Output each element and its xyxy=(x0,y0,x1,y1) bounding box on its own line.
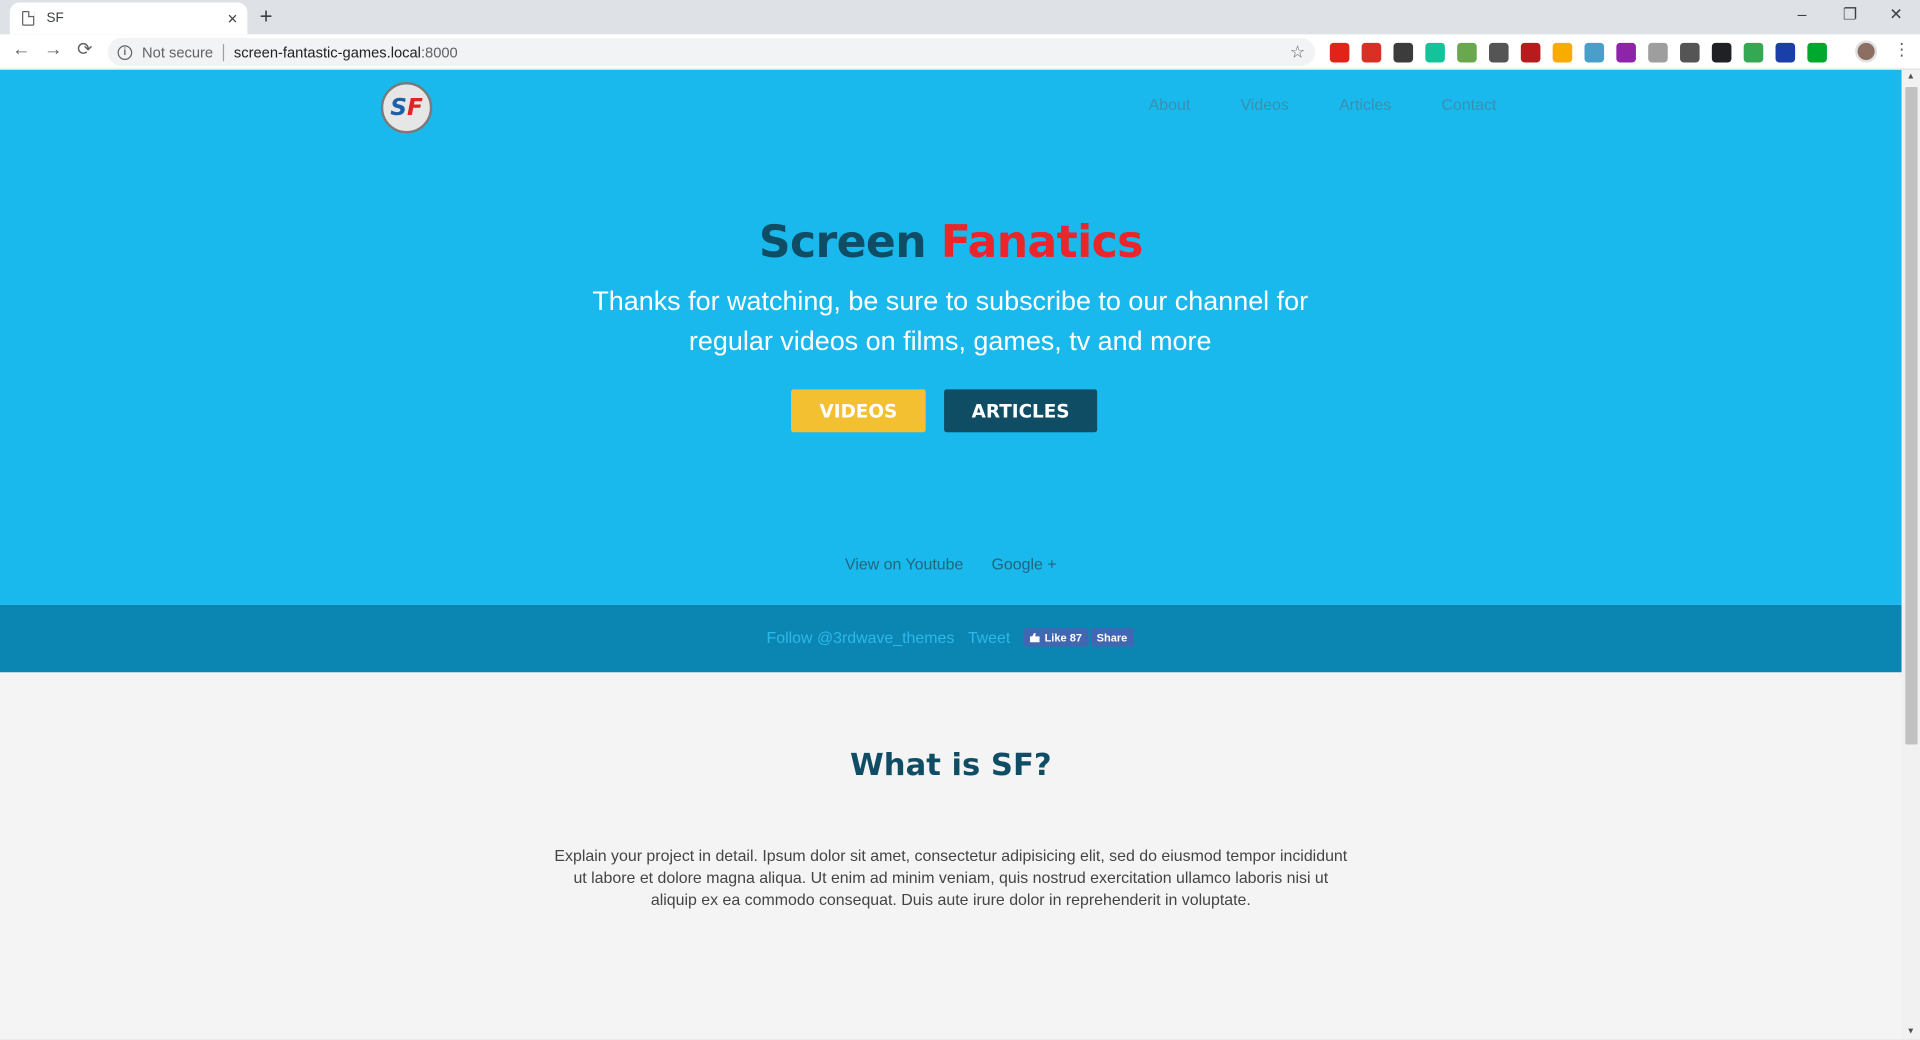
url-host: screen-fantastic-games.local xyxy=(233,43,421,61)
address-separator xyxy=(222,43,225,61)
tweet-link[interactable]: Tweet xyxy=(968,628,1010,646)
logo-letter-f: F xyxy=(406,94,423,122)
grammarly-ext-icon[interactable] xyxy=(1425,42,1445,63)
restore-button[interactable]: ❐ xyxy=(1843,5,1857,25)
nav-about[interactable]: About xyxy=(1149,96,1191,114)
hash-ext-icon[interactable] xyxy=(1775,42,1796,63)
scroll-down-arrow-icon[interactable]: ▼ xyxy=(1907,1027,1915,1036)
about-title: What is SF? xyxy=(850,746,1052,783)
browser-toolbar: ← → ⟳ i Not secure screen-fantastic-game… xyxy=(0,34,1920,70)
info-ext-icon[interactable] xyxy=(1680,42,1700,63)
red-square-ext-icon[interactable] xyxy=(1361,42,1382,63)
tab-sf[interactable]: SF × xyxy=(9,2,248,35)
url-text[interactable]: screen-fantastic-games.local:8000 xyxy=(234,43,458,60)
videos-button[interactable]: VIDEOS xyxy=(791,389,926,433)
hero-title-fanatics: Fanatics xyxy=(940,217,1144,269)
scrollbar-thumb[interactable] xyxy=(1905,86,1918,745)
minimize-button[interactable]: – xyxy=(1798,5,1807,23)
url-port: :8000 xyxy=(420,43,458,61)
site-nav: About Videos Articles Contact xyxy=(1149,96,1497,114)
page-scrollbar[interactable]: ▲ ▼ xyxy=(1901,69,1920,1040)
grey-ext-icon[interactable] xyxy=(1648,42,1668,63)
document-icon xyxy=(22,11,35,26)
address-bar[interactable]: i Not secure screen-fantastic-games.loca… xyxy=(107,37,1316,67)
profile-avatar[interactable] xyxy=(1855,40,1878,63)
info-icon[interactable]: i xyxy=(117,44,133,60)
rainbow-ext-icon[interactable] xyxy=(1743,42,1764,63)
hero-links: View on Youtube Google + xyxy=(0,555,1902,573)
cursor-ext-icon[interactable] xyxy=(1488,42,1509,63)
facebook-like-label: Like 87 xyxy=(1044,631,1082,644)
forward-button[interactable]: → xyxy=(44,40,62,58)
about-text: Explain your project in detail. Ipsum do… xyxy=(554,846,1348,909)
logo-letter-s: S xyxy=(390,94,407,122)
evernote-ext-icon[interactable] xyxy=(1807,42,1827,63)
tab-strip: SF × + – ❐ ✕ xyxy=(0,0,1920,35)
hero-title: Screen Fanatics xyxy=(0,218,1902,268)
new-tab-button[interactable]: + xyxy=(260,5,273,27)
scroll-up-arrow-icon[interactable]: ▲ xyxy=(1907,72,1915,81)
extensions-bar xyxy=(1329,42,1827,63)
browser-menu-icon[interactable]: ⋮ xyxy=(1893,40,1910,57)
twitter-follow-link[interactable]: Follow @3rdwave_themes xyxy=(767,628,955,646)
mail-ext-icon[interactable] xyxy=(1457,42,1477,63)
security-label: Not secure xyxy=(142,43,214,61)
tab-close-icon[interactable]: × xyxy=(228,10,238,27)
close-window-button[interactable]: ✕ xyxy=(1889,5,1902,25)
thumbs-up-icon xyxy=(1029,632,1040,643)
social-bar: Follow @3rdwave_themes Tweet Like 87 Sha… xyxy=(0,604,1902,673)
hero-subtitle: Thanks for watching, be sure to subscrib… xyxy=(592,285,1309,357)
nav-articles[interactable]: Articles xyxy=(1339,96,1391,114)
facebook-like-button[interactable]: Like 87 xyxy=(1023,628,1089,647)
facebook-widgets: Like 87 Share xyxy=(1023,628,1134,647)
youtube-link[interactable]: View on Youtube xyxy=(845,555,963,573)
opera-ext-icon[interactable] xyxy=(1329,42,1350,63)
social-buttons: Follow @3rdwave_themes Tweet Like 87 Sha… xyxy=(767,628,1134,647)
reload-button[interactable]: ⟳ xyxy=(77,40,92,58)
hero-section: SF About Videos Articles Contact Screen … xyxy=(0,69,1902,605)
bookmark-star-icon[interactable]: ☆ xyxy=(1290,42,1305,63)
back-button[interactable]: ← xyxy=(12,40,30,58)
facebook-share-button[interactable]: Share xyxy=(1090,628,1134,647)
browser-window: SF × + – ❐ ✕ ← → ⟳ i Not secure screen-f… xyxy=(0,0,1920,1040)
color-wheel-ext-icon[interactable] xyxy=(1616,42,1636,63)
tampermonkey-ext-icon[interactable] xyxy=(1393,42,1414,63)
bulb-ext-icon[interactable] xyxy=(1552,42,1573,63)
chart-ext-icon[interactable] xyxy=(1520,42,1541,63)
nav-contact[interactable]: Contact xyxy=(1441,96,1496,114)
google-plus-link[interactable]: Google + xyxy=(992,555,1057,573)
site-logo[interactable]: SF xyxy=(380,82,433,134)
hero-title-screen: Screen xyxy=(758,217,927,269)
page-viewport: SF About Videos Articles Contact Screen … xyxy=(0,69,1902,1040)
articles-button[interactable]: ARTICLES xyxy=(944,389,1098,433)
glasses-ext-icon[interactable] xyxy=(1711,42,1732,63)
nav-videos[interactable]: Videos xyxy=(1240,96,1288,114)
eye-ext-icon[interactable] xyxy=(1584,42,1605,63)
tab-title: SF xyxy=(46,11,64,26)
